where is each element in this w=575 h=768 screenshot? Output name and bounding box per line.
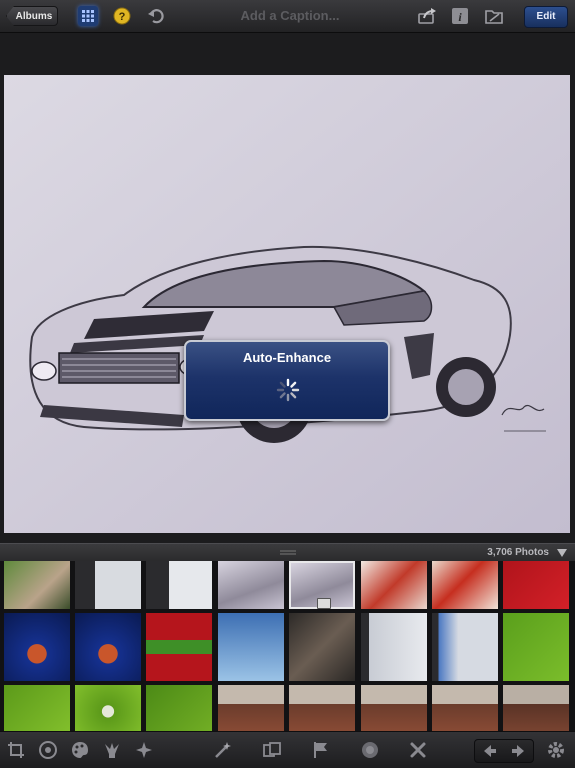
- thumbnail[interactable]: [218, 685, 284, 731]
- grid-icon[interactable]: [78, 6, 98, 26]
- thumbnail[interactable]: [289, 613, 355, 681]
- thumbnail[interactable]: [146, 561, 212, 609]
- help-icon[interactable]: ?: [112, 6, 132, 26]
- reject-icon[interactable]: [408, 740, 428, 760]
- hud-title: Auto-Enhance: [242, 350, 332, 365]
- crop-icon[interactable]: [6, 740, 26, 760]
- chevron-down-icon[interactable]: [557, 549, 567, 557]
- settings-icon[interactable]: [546, 740, 566, 760]
- photo-viewer: Auto-Enhance: [0, 33, 575, 543]
- caption-field[interactable]: Add a Caption...: [195, 6, 385, 26]
- top-toolbar: Albums ? Add a Caption... i Edit: [0, 0, 575, 33]
- next-icon[interactable]: [508, 741, 528, 761]
- svg-text:?: ?: [119, 11, 126, 23]
- browser-header[interactable]: 3,706 Photos: [0, 543, 575, 562]
- thumbnail[interactable]: [361, 561, 427, 609]
- compare-icon[interactable]: [262, 740, 282, 760]
- folder-icon[interactable]: [484, 6, 504, 26]
- thumbnail[interactable]: [4, 613, 70, 681]
- thumbnail[interactable]: [432, 613, 498, 681]
- main-photo[interactable]: [4, 75, 570, 533]
- thumbnail[interactable]: [503, 685, 569, 731]
- edited-badge-icon: [317, 598, 331, 609]
- favorite-icon[interactable]: [360, 740, 380, 760]
- info-icon[interactable]: i: [450, 6, 470, 26]
- thumbnail[interactable]: [432, 685, 498, 731]
- thumbnail[interactable]: [146, 685, 212, 731]
- drag-handle-icon[interactable]: [280, 550, 296, 556]
- thumbnail[interactable]: [218, 561, 284, 609]
- share-icon[interactable]: [417, 6, 437, 26]
- previous-icon[interactable]: [480, 741, 500, 761]
- brushes-icon[interactable]: [102, 740, 122, 760]
- thumbnail[interactable]: [75, 613, 141, 681]
- thumbnail[interactable]: [361, 685, 427, 731]
- photo-navigation: [474, 739, 534, 763]
- thumbnail[interactable]: [4, 561, 70, 609]
- thumbnail[interactable]: [75, 561, 141, 609]
- undo-icon[interactable]: [146, 6, 166, 26]
- effects-icon[interactable]: [134, 740, 154, 760]
- thumbnail[interactable]: [432, 561, 498, 609]
- thumbnail[interactable]: [218, 613, 284, 681]
- thumbnail[interactable]: [289, 685, 355, 731]
- thumbnail-grid: [0, 561, 575, 731]
- edit-button[interactable]: Edit: [524, 6, 568, 28]
- photo-count: 3,706 Photos: [487, 547, 549, 558]
- magic-wand-icon[interactable]: [212, 740, 232, 760]
- auto-enhance-hud: Auto-Enhance: [184, 340, 390, 421]
- albums-back-button[interactable]: Albums: [6, 6, 58, 26]
- thumbnail[interactable]: [503, 561, 569, 609]
- spinner-icon: [276, 378, 300, 402]
- bottom-toolbar: [0, 731, 575, 768]
- thumbnail[interactable]: [4, 685, 70, 731]
- thumbnail[interactable]: [361, 613, 427, 681]
- exposure-icon[interactable]: [38, 740, 58, 760]
- color-icon[interactable]: [70, 740, 90, 760]
- thumbnail[interactable]: [503, 613, 569, 681]
- thumbnail[interactable]: [146, 613, 212, 681]
- flag-icon[interactable]: [311, 740, 331, 760]
- thumbnail[interactable]: [75, 685, 141, 731]
